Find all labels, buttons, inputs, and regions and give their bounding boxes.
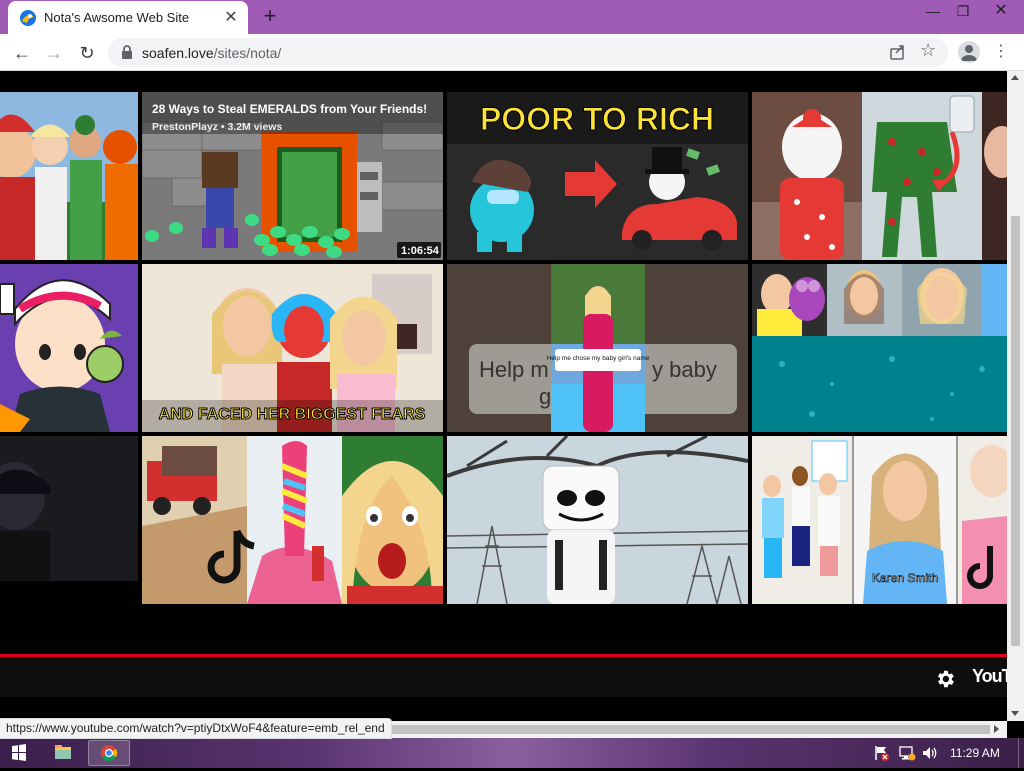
file-explorer-taskbar-button[interactable] [42,740,84,766]
forward-button[interactable]: → [40,39,68,67]
tab-title: Nota's Awsome Web Site [44,10,190,25]
windows-taskbar: 11:29 AM [0,738,1024,768]
tab-close-icon[interactable]: ✕ [220,7,242,29]
status-link-preview: https://www.youtube.com/watch?v=ptiyDtxW… [0,718,392,739]
scroll-down-arrow-icon[interactable] [1011,711,1019,716]
browser-tab[interactable]: Nota's Awsome Web Site ✕ [8,1,248,34]
settings-gear-icon[interactable] [934,668,956,690]
lock-icon[interactable] [120,44,134,60]
title-bar: Nota's Awsome Web Site ✕ + — ❐ ✕ [0,0,1024,34]
video-thumbnail-8[interactable] [752,264,1007,432]
video-thumbnail-11[interactable] [447,436,748,604]
video-duration: 1:06:54 [401,245,440,257]
vertical-scroll-thumb[interactable] [1011,216,1020,646]
youtube-logo[interactable]: YouTu [972,666,1007,687]
scroll-up-arrow-icon[interactable] [1011,75,1019,80]
bookmark-star-icon[interactable]: ☆ [920,40,936,61]
player-controls: YouTu [0,657,1007,697]
volume-icon[interactable] [921,744,939,762]
windows-start-icon[interactable] [4,741,34,765]
profile-avatar-icon[interactable] [958,41,980,63]
share-icon[interactable] [889,43,907,61]
browser-menu-icon[interactable]: ⋮ [993,42,1009,62]
minimize-button[interactable]: — [916,0,950,22]
reload-button[interactable]: ↻ [73,39,101,67]
video-bg-text-right: y baby [652,357,717,382]
site-favicon-icon [20,10,36,26]
video-bg-text-low: g [539,384,551,409]
video-thumbnail-10[interactable] [142,436,443,604]
url-host: soafen.love [142,45,214,61]
address-bar[interactable]: soafen.love/sites/nota/ ☆ [108,38,948,67]
video-thumbnail-3[interactable]: POOR TO RICH [447,92,748,260]
vertical-scrollbar[interactable] [1007,71,1024,721]
folder-icon [55,745,71,759]
video-caption: AND FACED HER BIGGEST FEARS [159,406,426,423]
video-bg-text-left: Help m [479,357,549,382]
video-thumbnail-9[interactable] [0,436,138,581]
scroll-right-arrow-icon[interactable] [994,725,999,733]
video-thumbnail-2[interactable]: 28 Ways to Steal EMERALDS from Your Frie… [142,92,443,260]
video-thumbnail-6[interactable]: AND FACED HER BIGGEST FEARS [142,264,443,432]
video-thumbnail-1[interactable] [0,92,138,260]
chrome-taskbar-button[interactable] [88,740,130,766]
close-window-button[interactable]: ✕ [984,0,1018,22]
video-thumbnail-4[interactable] [752,92,1007,260]
taskbar-clock[interactable]: 11:29 AM [950,746,1000,760]
video-headline: POOR TO RICH [480,101,714,137]
video-title: 28 Ways to Steal EMERALDS from Your Frie… [152,102,427,116]
url-path: /sites/nota/ [213,45,282,61]
browser-toolbar: ← → ↻ soafen.love/sites/nota/ ☆ ⋮ [0,34,1024,71]
new-tab-button[interactable]: + [256,4,284,30]
back-button[interactable]: ← [8,39,36,67]
video-thumbnail-5[interactable] [0,264,138,432]
video-thumbnail-12[interactable]: Karen Smith [752,436,1007,604]
video-overlay-text: Help me chose my baby girl's name [547,355,650,362]
action-center-flag-icon[interactable] [872,744,890,762]
video-thumbnail-7[interactable]: Help m y baby g Help me chose my baby gi… [447,264,748,432]
horizontal-scroll-thumb[interactable] [388,725,990,734]
url-text: soafen.love/sites/nota/ [142,45,281,61]
restore-button[interactable]: ❐ [946,0,980,22]
network-icon[interactable] [898,744,916,762]
page-content: 28 Ways to Steal EMERALDS from Your Frie… [0,71,1007,721]
video-caption-karen: Karen Smith [872,571,938,585]
chrome-icon [101,745,118,762]
show-desktop-button[interactable] [1018,738,1024,768]
video-meta: PrestonPlayz • 3.2M views [152,121,282,133]
